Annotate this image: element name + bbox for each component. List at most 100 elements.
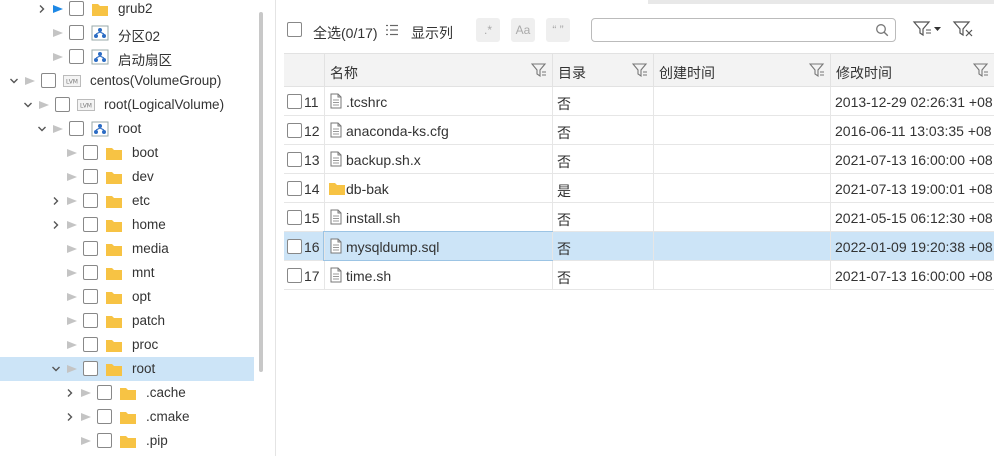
chevron-right-icon[interactable] bbox=[35, 2, 49, 16]
lvm-icon: LVM bbox=[77, 97, 95, 113]
modified-cell-value: 2022-01-09 19:20:38 +08 bbox=[835, 239, 993, 255]
show-columns-button[interactable]: 显示列 bbox=[411, 23, 453, 43]
chevron-down-icon[interactable] bbox=[7, 74, 21, 88]
tree-scrollbar[interactable] bbox=[259, 12, 263, 372]
tree-item-checkbox[interactable] bbox=[97, 433, 112, 448]
tree-item[interactable]: proc bbox=[0, 333, 254, 357]
row-checkbox[interactable] bbox=[287, 239, 302, 254]
tree-item[interactable]: LVM root(LogicalVolume) bbox=[0, 93, 254, 117]
tree-item[interactable]: etc bbox=[0, 189, 254, 213]
row-checkbox[interactable] bbox=[287, 152, 302, 167]
header-modified[interactable]: 修改时间 bbox=[830, 54, 994, 87]
tree-item-label: media bbox=[132, 241, 169, 256]
table-row[interactable]: 16 mysqldump.sql 否 2022-01-09 19:20:38 +08 bbox=[284, 231, 994, 261]
tree-item-checkbox[interactable] bbox=[83, 337, 98, 352]
chevron-right-icon[interactable] bbox=[49, 194, 63, 208]
select-all-label[interactable]: 全选(0/17) bbox=[313, 23, 378, 43]
tree-item[interactable]: opt bbox=[0, 285, 254, 309]
filter-icon[interactable] bbox=[808, 62, 825, 78]
chevron-right-icon[interactable] bbox=[63, 386, 77, 400]
header-name[interactable]: 名称 bbox=[324, 54, 552, 87]
tree-item[interactable]: boot bbox=[0, 141, 254, 165]
tree-item-checkbox[interactable] bbox=[97, 385, 112, 400]
tree-item-checkbox[interactable] bbox=[55, 97, 70, 112]
tree-item[interactable]: 启动扇区 bbox=[0, 45, 254, 69]
match-case-button[interactable]: Aa bbox=[511, 18, 535, 42]
table-row[interactable]: 11 .tcshrc 否 2013-12-29 02:26:31 +08 bbox=[284, 87, 994, 116]
row-checkbox[interactable] bbox=[287, 123, 302, 138]
filter-icon[interactable] bbox=[631, 62, 648, 78]
tree-item-checkbox[interactable] bbox=[83, 265, 98, 280]
row-checkbox[interactable] bbox=[287, 268, 302, 283]
tree-item-checkbox[interactable] bbox=[69, 1, 84, 16]
select-all-checkbox[interactable] bbox=[287, 22, 302, 37]
lvm-icon: LVM bbox=[63, 73, 81, 89]
header-created[interactable]: 创建时间 bbox=[653, 54, 830, 87]
tree-item[interactable]: root bbox=[0, 357, 254, 381]
name-cell[interactable]: anaconda-ks.cfg bbox=[324, 116, 552, 144]
tree-item-checkbox[interactable] bbox=[83, 145, 98, 160]
tree-item-checkbox[interactable] bbox=[41, 73, 56, 88]
table-row[interactable]: 17 time.sh 否 2021-07-13 16:00:00 +08 bbox=[284, 261, 994, 290]
tree-item-checkbox[interactable] bbox=[83, 313, 98, 328]
tree-item[interactable]: grub2 bbox=[0, 0, 254, 21]
chevron-down-icon[interactable] bbox=[21, 98, 35, 112]
row-checkbox[interactable] bbox=[287, 94, 302, 109]
search-icon[interactable] bbox=[875, 23, 889, 37]
tree-item[interactable]: .pip bbox=[0, 429, 254, 453]
tree-item[interactable]: mnt bbox=[0, 261, 254, 285]
tree-item[interactable]: 分区02 bbox=[0, 21, 254, 45]
header-dir[interactable]: 目录 bbox=[552, 54, 653, 87]
name-cell[interactable]: backup.sh.x bbox=[324, 145, 552, 173]
table-row[interactable]: 13 backup.sh.x 否 2021-07-13 16:00:00 +08 bbox=[284, 145, 994, 174]
filter-dropdown-icon[interactable] bbox=[912, 20, 942, 38]
tree-item[interactable]: patch bbox=[0, 309, 254, 333]
tree-item-checkbox[interactable] bbox=[83, 217, 98, 232]
filter-icon[interactable] bbox=[530, 62, 547, 78]
search-input[interactable] bbox=[591, 18, 896, 42]
tree-item-checkbox[interactable] bbox=[69, 49, 84, 64]
tree-item-checkbox[interactable] bbox=[83, 289, 98, 304]
tree-item-checkbox[interactable] bbox=[69, 121, 84, 136]
header-created-label: 创建时间 bbox=[659, 65, 715, 81]
name-cell[interactable]: time.sh bbox=[324, 261, 552, 289]
tree-item-checkbox[interactable] bbox=[69, 25, 84, 40]
tree-item[interactable]: home bbox=[0, 213, 254, 237]
filter-icon[interactable] bbox=[972, 62, 989, 78]
name-cell[interactable]: db-bak bbox=[324, 174, 552, 202]
folder-icon bbox=[105, 241, 123, 257]
header-modified-label: 修改时间 bbox=[836, 65, 892, 81]
name-cell[interactable]: install.sh bbox=[324, 203, 552, 231]
chevron-down-icon[interactable] bbox=[49, 362, 63, 376]
tree-item-checkbox[interactable] bbox=[83, 169, 98, 184]
tree-item[interactable]: media bbox=[0, 237, 254, 261]
name-cell[interactable]: mysqldump.sql bbox=[323, 231, 553, 261]
chevron-right-icon[interactable] bbox=[49, 218, 63, 232]
chevron-down-icon[interactable] bbox=[35, 122, 49, 136]
tree-item[interactable]: .cache bbox=[0, 381, 254, 405]
expand-marker-icon bbox=[52, 27, 64, 39]
tree-item-checkbox[interactable] bbox=[83, 361, 98, 376]
chevron-right-icon[interactable] bbox=[63, 410, 77, 424]
regex-toggle-button[interactable]: .* bbox=[476, 18, 500, 42]
tree-item-checkbox[interactable] bbox=[83, 241, 98, 256]
tree-item[interactable]: .cmake bbox=[0, 405, 254, 429]
tree-item-checkbox[interactable] bbox=[83, 193, 98, 208]
row-checkbox[interactable] bbox=[287, 181, 302, 196]
file-name: mysqldump.sql bbox=[346, 239, 440, 255]
tree-item-checkbox[interactable] bbox=[97, 409, 112, 424]
table-row[interactable]: 14 db-bak 是 2021-07-13 19:00:01 +08 bbox=[284, 174, 994, 203]
tree-item[interactable]: root bbox=[0, 117, 254, 141]
tree-item[interactable]: LVM centos(VolumeGroup) bbox=[0, 69, 254, 93]
list-columns-icon[interactable] bbox=[385, 23, 399, 37]
name-cell[interactable]: .tcshrc bbox=[324, 87, 552, 115]
table-row[interactable]: 12 anaconda-ks.cfg 否 2016-06-11 13:03:35 +0… bbox=[284, 116, 994, 145]
table-row[interactable]: 15 install.sh 否 2021-05-15 06:12:30 +08 bbox=[284, 203, 994, 232]
row-index-cell: 11 bbox=[284, 87, 324, 115]
whole-word-button[interactable]: “ ” bbox=[546, 18, 570, 42]
tree-item[interactable]: dev bbox=[0, 165, 254, 189]
clear-filter-icon[interactable] bbox=[952, 20, 974, 38]
directory-cell: 是 bbox=[552, 174, 653, 202]
modified-cell-value: 2013-12-29 02:26:31 +08 bbox=[835, 94, 993, 110]
row-checkbox[interactable] bbox=[287, 210, 302, 225]
